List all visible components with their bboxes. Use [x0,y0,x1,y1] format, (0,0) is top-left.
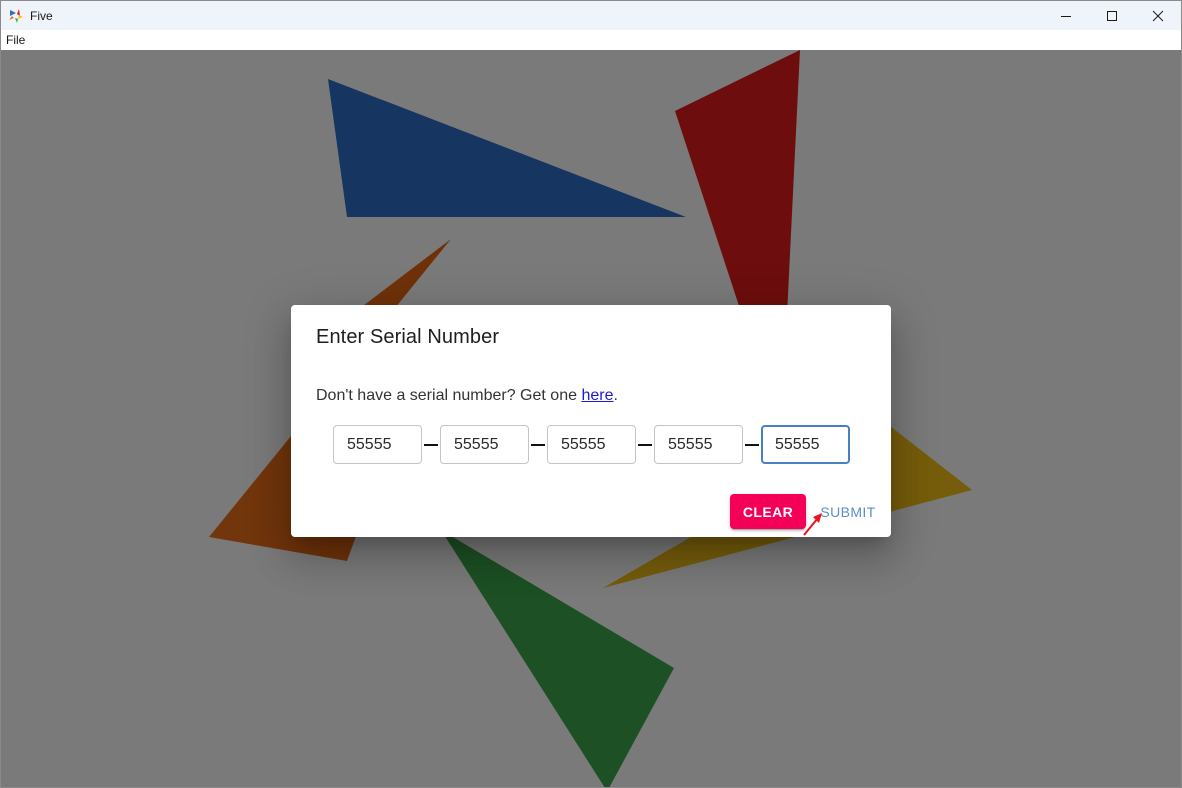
prompt-text: Don't have a serial number? Get one [316,387,582,404]
minimize-button[interactable] [1043,1,1089,30]
close-icon [1152,10,1164,21]
window-title: Five [30,8,53,23]
serial-separator [529,443,547,446]
serial-field-1[interactable] [333,425,422,464]
serial-field-5[interactable] [761,425,850,464]
serial-field-2[interactable] [440,425,529,464]
serial-field-3[interactable] [547,425,636,464]
dialog-title: Enter Serial Number [316,326,500,348]
dialog-prompt: Don't have a serial number? Get one here… [316,387,618,405]
pointer-arrow-icon [803,513,822,536]
minimize-icon [1061,15,1071,17]
prompt-period: . [613,387,618,404]
title-bar[interactable]: Five [1,1,1181,30]
get-serial-link[interactable]: here [581,387,613,404]
menu-bar: File [1,30,1181,50]
serial-separator [743,443,761,446]
serial-separator [636,443,654,446]
clear-button[interactable]: CLEAR [730,494,806,529]
app-window: Five File Enter Serial Number Don't have… [0,0,1182,788]
window-controls [1043,1,1181,30]
serial-number-dialog: Enter Serial Number Don't have a serial … [291,305,891,537]
menu-item-file[interactable]: File [5,33,26,47]
close-button[interactable] [1135,1,1181,30]
maximize-button[interactable] [1089,1,1135,30]
serial-field-4[interactable] [654,425,743,464]
serial-separator [422,443,440,446]
five-app-icon [9,8,23,23]
maximize-icon [1107,10,1117,21]
serial-inputs-row [333,425,850,464]
